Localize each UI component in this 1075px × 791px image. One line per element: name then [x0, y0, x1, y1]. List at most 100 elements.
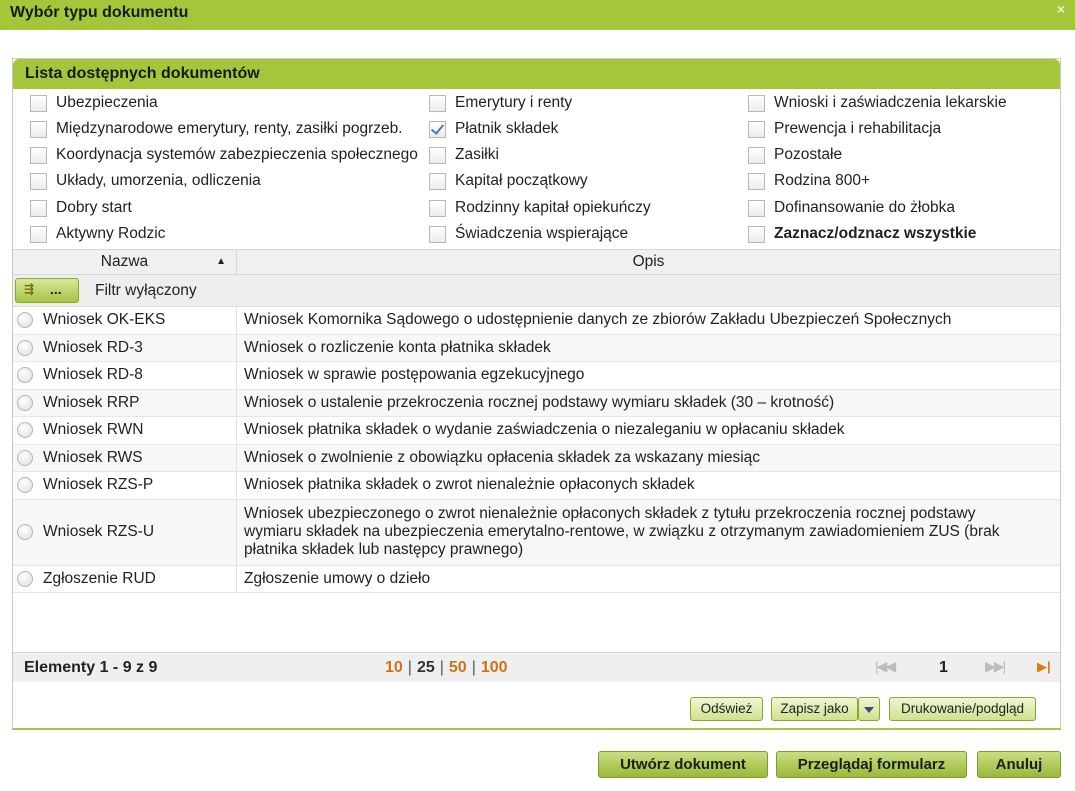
page-size-option[interactable]: 100 — [481, 659, 508, 676]
table-row[interactable]: Wniosek RWS Wniosek o zwolnienie z obowi… — [13, 444, 1060, 472]
last-page-icon[interactable]: ▶| — [1037, 659, 1055, 677]
category-checkbox-dobry-start[interactable]: Dobry start — [30, 196, 132, 220]
first-prev-page-icon[interactable]: |◀◀ — [875, 658, 896, 675]
checkbox-icon[interactable] — [429, 172, 446, 190]
grid-header: Nazwa ▲ Opis — [13, 249, 1060, 275]
row-radio[interactable] — [17, 570, 33, 587]
page-size-option[interactable]: 10 — [385, 659, 403, 676]
page-size-selector: 10 | 25 | 50 | 100 — [385, 659, 508, 676]
checkbox-icon[interactable] — [30, 146, 47, 164]
checkbox-icon[interactable] — [30, 199, 47, 217]
table-row[interactable]: Wniosek RWN Wniosek płatnika składek o w… — [13, 417, 1060, 445]
filter-button[interactable]: ⇶ ... — [15, 278, 79, 303]
page-size-option[interactable]: 50 — [449, 659, 467, 676]
dialog-title: Wybór typu dokumentu — [10, 4, 189, 21]
checkbox-checked-icon[interactable] — [429, 120, 446, 138]
checkbox-icon[interactable] — [429, 146, 446, 164]
row-radio[interactable] — [17, 339, 33, 356]
row-description: Wniosek płatnika składek o zwrot nienale… — [244, 476, 695, 494]
cancel-button[interactable]: Anuluj — [977, 751, 1061, 778]
row-description: Wniosek Komornika Sądowego o udostępnien… — [244, 311, 952, 329]
category-checkbox-pozostale[interactable]: Pozostałe — [748, 143, 842, 167]
panel-header: Lista dostępnych dokumentów — [13, 59, 1060, 89]
table-row[interactable]: Wniosek RZS-U Wniosek ubezpieczonego o z… — [13, 499, 1060, 566]
category-checkbox-emerytury[interactable]: Emerytury i renty — [429, 91, 572, 115]
table-row[interactable]: Wniosek OK-EKS Wniosek Komornika Sądoweg… — [13, 307, 1060, 335]
filter-status: Filtr wyłączony — [95, 282, 197, 299]
category-checkbox-zasilki[interactable]: Zasiłki — [429, 143, 499, 167]
documents-grid: Nazwa ▲ Opis ⇶ ... Filtr wyłączony Wnios… — [13, 249, 1060, 593]
checkbox-icon[interactable] — [30, 172, 47, 190]
row-radio[interactable] — [17, 449, 33, 466]
save-as-dropdown[interactable] — [858, 697, 880, 721]
browse-form-button[interactable]: Przeglądaj formularz — [776, 751, 967, 778]
category-checkbox-miedzynarodowe[interactable]: Międzynarodowe emerytury, renty, zasiłki… — [30, 117, 403, 141]
category-checkbox-zlobek[interactable]: Dofinansowanie do żłobka — [748, 196, 955, 220]
refresh-button[interactable]: Odśwież — [690, 697, 763, 721]
checkbox-icon[interactable] — [429, 94, 446, 112]
category-checkbox-rodzina-800[interactable]: Rodzina 800+ — [748, 169, 870, 193]
current-page: 1 — [939, 659, 948, 676]
row-description: Wniosek o ustalenie przekroczenia roczne… — [244, 393, 835, 411]
category-checkbox-swiadczenia[interactable]: Świadczenia wspierające — [429, 222, 628, 246]
select-all-checkbox[interactable]: Zaznacz/odznacz wszystkie — [748, 222, 976, 246]
documents-panel: Lista dostępnych dokumentów Ubezpieczeni… — [12, 58, 1061, 730]
elements-count: Elementy 1 - 9 z 9 — [24, 659, 158, 676]
category-checkbox-uklady[interactable]: Układy, umorzenia, odliczenia — [30, 169, 261, 193]
row-name: Wniosek OK-EKS — [43, 307, 237, 334]
checkbox-icon[interactable] — [748, 120, 765, 138]
checkbox-icon[interactable] — [748, 94, 765, 112]
next-last-page-icon[interactable]: ▶▶| — [985, 658, 1006, 675]
row-radio[interactable] — [17, 367, 33, 384]
table-row[interactable]: Wniosek RZS-P Wniosek płatnika składek o… — [13, 472, 1060, 500]
pager: Elementy 1 - 9 z 9 10 | 25 | 50 | 100 |◀◀ 1 ▶▶… — [13, 652, 1060, 682]
save-as-button[interactable]: Zapisz jako — [771, 697, 858, 721]
row-name: Wniosek RD-8 — [43, 362, 237, 389]
category-checkbox-prewencja[interactable]: Prewencja i rehabilitacja — [748, 117, 941, 141]
checkbox-icon[interactable] — [748, 225, 765, 243]
row-name: Wniosek RWS — [43, 444, 237, 471]
row-radio[interactable] — [17, 394, 33, 411]
print-preview-button[interactable]: Drukowanie/podgląd — [889, 697, 1036, 721]
category-checkbox-koordynacja[interactable]: Koordynacja systemów zabezpieczenia społ… — [30, 143, 418, 167]
category-checkbox-platnik[interactable]: Płatnik składek — [429, 117, 558, 141]
checkbox-icon[interactable] — [748, 146, 765, 164]
category-checkbox-rodzinny-kapital[interactable]: Rodzinny kapitał opiekuńczy — [429, 196, 651, 220]
category-checkbox-wnioski-lekarskie[interactable]: Wnioski i zaświadczenia lekarskie — [748, 91, 1007, 115]
row-description: Wniosek o rozliczenie konta płatnika skł… — [244, 338, 551, 356]
row-name: Wniosek RZS-U — [43, 499, 237, 565]
row-radio[interactable] — [17, 312, 33, 329]
close-icon[interactable]: × — [1057, 1, 1065, 17]
category-filters: Ubezpieczenia Międzynarodowe emerytury, … — [13, 89, 1060, 249]
table-row[interactable]: Wniosek RD-3 Wniosek o rozliczenie konta… — [13, 334, 1060, 362]
panel-title: Lista dostępnych dokumentów — [25, 65, 260, 82]
checkbox-icon[interactable] — [30, 94, 47, 112]
column-header-nazwa[interactable]: Nazwa ▲ — [13, 250, 237, 274]
row-description: Wniosek o zwolnienie z obowiązku opłacen… — [244, 448, 761, 466]
table-row[interactable]: Wniosek RRP Wniosek o ustalenie przekroc… — [13, 389, 1060, 417]
category-checkbox-kapital[interactable]: Kapitał początkowy — [429, 169, 588, 193]
checkbox-icon[interactable] — [748, 199, 765, 217]
row-name: Zgłoszenie RUD — [43, 565, 237, 592]
page-size-option-current[interactable]: 25 — [417, 659, 435, 676]
row-name: Wniosek RWN — [43, 417, 237, 444]
checkbox-icon[interactable] — [429, 225, 446, 243]
row-description: Wniosek ubezpieczonego o zwrot nienależn… — [244, 505, 1000, 558]
column-header-opis[interactable]: Opis — [237, 250, 1060, 274]
row-radio[interactable] — [17, 422, 33, 439]
row-radio[interactable] — [17, 524, 33, 540]
category-checkbox-aktywny-rodzic[interactable]: Aktywny Rodzic — [30, 222, 165, 246]
table-row[interactable]: Wniosek RD-8 Wniosek w sprawie postępowa… — [13, 362, 1060, 390]
checkbox-icon[interactable] — [429, 199, 446, 217]
dialog-titlebar: Wybór typu dokumentu × — [0, 0, 1075, 30]
row-name: Wniosek RD-3 — [43, 334, 237, 361]
create-document-button[interactable]: Utwórz dokument — [598, 751, 768, 778]
filter-bar: ⇶ ... Filtr wyłączony — [13, 275, 1060, 307]
row-radio[interactable] — [17, 477, 33, 494]
checkbox-icon[interactable] — [30, 225, 47, 243]
table-row[interactable]: Zgłoszenie RUD Zgłoszenie umowy o dzieło — [13, 565, 1060, 593]
category-checkbox-ubezpieczenia[interactable]: Ubezpieczenia — [30, 91, 158, 115]
checkbox-icon[interactable] — [748, 172, 765, 190]
checkbox-icon[interactable] — [30, 120, 47, 138]
row-description: Wniosek w sprawie postępowania egzekucyj… — [244, 366, 585, 384]
